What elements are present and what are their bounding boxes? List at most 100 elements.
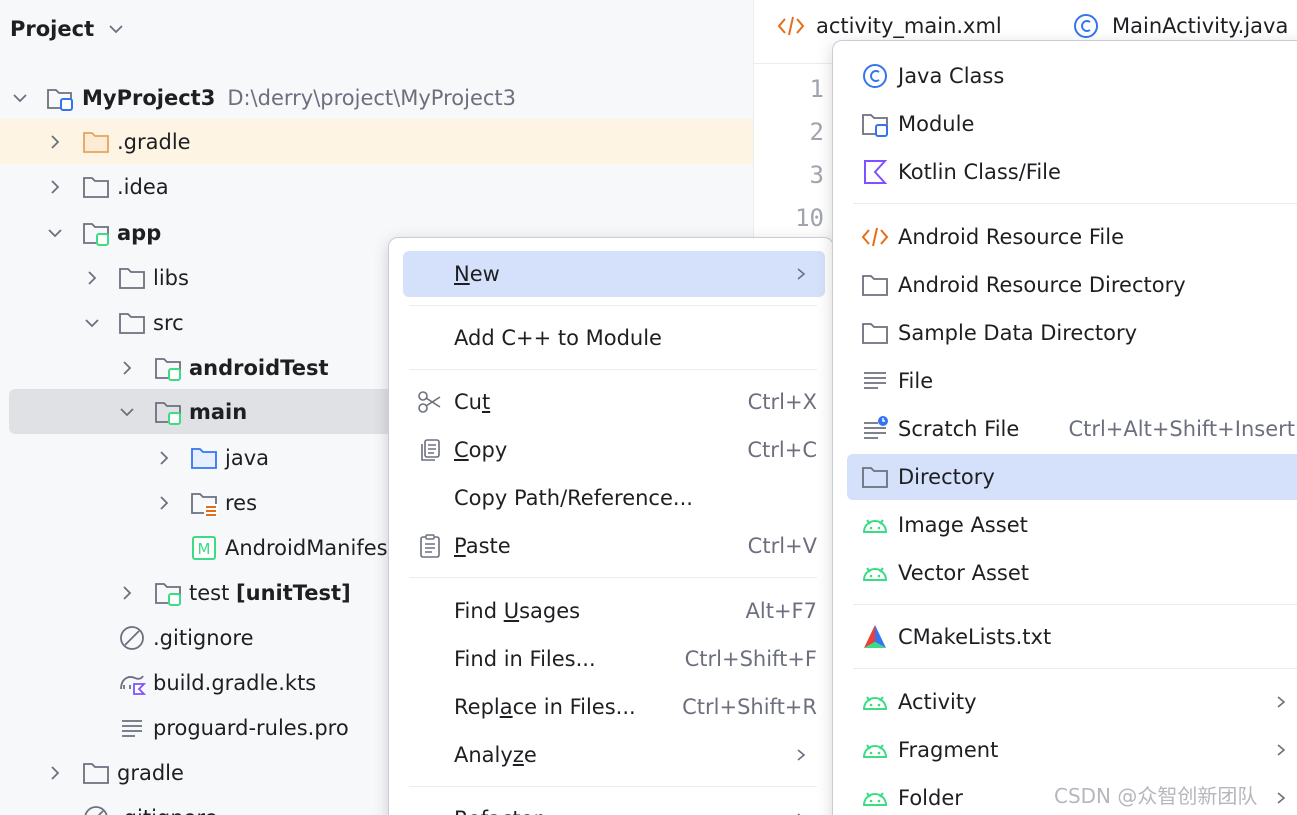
menu-item-copy-path[interactable]: Copy Path/Reference... <box>403 475 825 521</box>
menu-item-shortcut: Ctrl+V <box>747 534 817 558</box>
tab-activity-main[interactable]: activity_main.xml <box>776 12 1002 40</box>
chevron-right-icon[interactable] <box>117 583 137 603</box>
menu-separator <box>853 203 1297 204</box>
chevron-down-icon[interactable] <box>82 313 102 333</box>
line-number: 3 <box>809 161 824 189</box>
menu-item-label: Find Usages <box>454 599 581 623</box>
copy-icon <box>417 437 443 463</box>
submenu-item-label: Vector Asset <box>898 561 1029 585</box>
chevron-right-icon <box>793 811 809 815</box>
menu-item-refactor[interactable]: Refactor <box>403 796 825 815</box>
android-module-icon <box>82 219 110 247</box>
submenu-item-directory[interactable]: Directory <box>847 454 1297 500</box>
tree-label: src <box>153 310 184 335</box>
chevron-right-icon[interactable] <box>45 763 65 783</box>
svg-text:M: M <box>198 540 211 558</box>
context-menu: New Add C++ to Module Cut Ctrl+X Copy Ct… <box>388 237 834 815</box>
submenu-item-sample-data-directory[interactable]: Sample Data Directory <box>847 310 1297 356</box>
tree-label: app <box>117 220 162 245</box>
menu-separator <box>853 604 1297 605</box>
chevron-right-icon <box>1273 790 1289 806</box>
ignore-file-icon <box>118 624 146 652</box>
chevron-right-icon <box>793 747 809 763</box>
chevron-down-icon[interactable] <box>45 223 65 243</box>
tree-row-idea[interactable]: .idea <box>0 164 753 209</box>
tree-row-gradle-dir[interactable]: .gradle <box>0 119 753 164</box>
submenu-item-label: Module <box>898 112 975 136</box>
chevron-right-icon[interactable] <box>82 268 102 288</box>
scratch-file-icon <box>861 415 889 443</box>
menu-item-paste[interactable]: Paste Ctrl+V <box>403 523 825 569</box>
submenu-item-cmakelists[interactable]: CMakeLists.txt <box>847 614 1297 660</box>
tab-label: activity_main.xml <box>816 14 1002 38</box>
tree-label: gradle <box>117 760 184 785</box>
menu-item-replace-in-files[interactable]: Replace in Files... Ctrl+Shift+R <box>403 684 825 730</box>
menu-item-shortcut: Alt+F7 <box>745 599 817 623</box>
submenu-item-android-resource-directory[interactable]: Android Resource Directory <box>847 262 1297 308</box>
submenu-item-activity[interactable]: Activity <box>847 679 1297 725</box>
xml-icon <box>776 12 806 40</box>
resource-folder-icon <box>190 489 218 517</box>
menu-item-label: Copy Path/Reference... <box>454 486 693 510</box>
watermark: CSDN @众智创新团队 <box>1054 784 1258 808</box>
source-set-icon <box>154 398 182 426</box>
tab-mainactivity[interactable]: MainActivity.java <box>1072 12 1288 40</box>
android-icon <box>861 511 889 539</box>
chevron-right-icon <box>793 266 809 282</box>
folder-icon <box>861 319 889 347</box>
android-icon <box>861 559 889 587</box>
file-icon <box>861 367 889 395</box>
chevron-down-icon[interactable] <box>10 88 30 108</box>
menu-separator <box>409 577 817 578</box>
menu-item-add-cpp[interactable]: Add C++ to Module <box>403 315 825 361</box>
menu-item-find-usages[interactable]: Find Usages Alt+F7 <box>403 588 825 634</box>
chevron-down-icon[interactable] <box>117 402 137 422</box>
submenu-item-fragment[interactable]: Fragment <box>847 727 1297 773</box>
submenu-item-label: CMakeLists.txt <box>898 625 1052 649</box>
submenu-item-kotlin[interactable]: Kotlin Class/File <box>847 149 1297 195</box>
submenu-item-android-resource-file[interactable]: Android Resource File <box>847 214 1297 260</box>
submenu-item-image-asset[interactable]: Image Asset <box>847 502 1297 548</box>
menu-item-find-in-files[interactable]: Find in Files... Ctrl+Shift+F <box>403 636 825 682</box>
android-icon <box>861 688 889 716</box>
tree-label: .gradle <box>117 129 191 154</box>
menu-item-copy[interactable]: Copy Ctrl+C <box>403 427 825 473</box>
java-class-icon <box>1072 12 1100 40</box>
menu-item-shortcut: Ctrl+X <box>747 390 817 414</box>
chevron-right-icon[interactable] <box>45 132 65 152</box>
module-folder-icon <box>46 84 74 112</box>
ignore-file-icon <box>82 804 110 815</box>
tree-label: main <box>189 399 248 424</box>
menu-item-cut[interactable]: Cut Ctrl+X <box>403 379 825 425</box>
submenu-item-label: Scratch File <box>898 417 1020 441</box>
folder-icon <box>82 173 110 201</box>
menu-item-analyze[interactable]: Analyze <box>403 732 825 778</box>
submenu-item-scratch-file[interactable]: Scratch File Ctrl+Alt+Shift+Insert <box>847 406 1297 452</box>
chevron-right-icon[interactable] <box>154 448 174 468</box>
project-panel-header[interactable]: Project <box>10 14 126 44</box>
folder-icon <box>118 309 146 337</box>
tree-label: MyProject3 D:\derry\project\MyProject3 <box>82 85 517 110</box>
chevron-right-icon[interactable] <box>154 493 174 513</box>
menu-item-label: Replace in Files... <box>454 695 636 719</box>
chevron-right-icon[interactable] <box>117 358 137 378</box>
menu-item-label: New <box>454 262 500 286</box>
scissors-icon <box>417 389 443 415</box>
java-class-icon <box>861 62 889 90</box>
kotlin-icon <box>861 158 889 186</box>
submenu-item-file[interactable]: File <box>847 358 1297 404</box>
menu-item-label: Paste <box>454 534 511 558</box>
chevron-right-icon[interactable] <box>45 177 65 197</box>
submenu-item-vector-asset[interactable]: Vector Asset <box>847 550 1297 596</box>
tree-row-myproject3[interactable]: MyProject3 D:\derry\project\MyProject3 <box>0 75 753 120</box>
chevron-down-icon[interactable] <box>106 19 126 39</box>
menu-item-label: Refactor <box>454 807 542 815</box>
submenu-item-label: Folder <box>898 786 963 810</box>
folder-icon <box>118 264 146 292</box>
menu-item-label: Copy <box>454 438 508 462</box>
menu-separator <box>409 369 817 370</box>
tree-label: build.gradle.kts <box>153 670 317 695</box>
submenu-item-module[interactable]: Module <box>847 101 1297 147</box>
submenu-item-java-class[interactable]: Java Class <box>847 53 1297 99</box>
menu-item-new[interactable]: New <box>403 251 825 297</box>
